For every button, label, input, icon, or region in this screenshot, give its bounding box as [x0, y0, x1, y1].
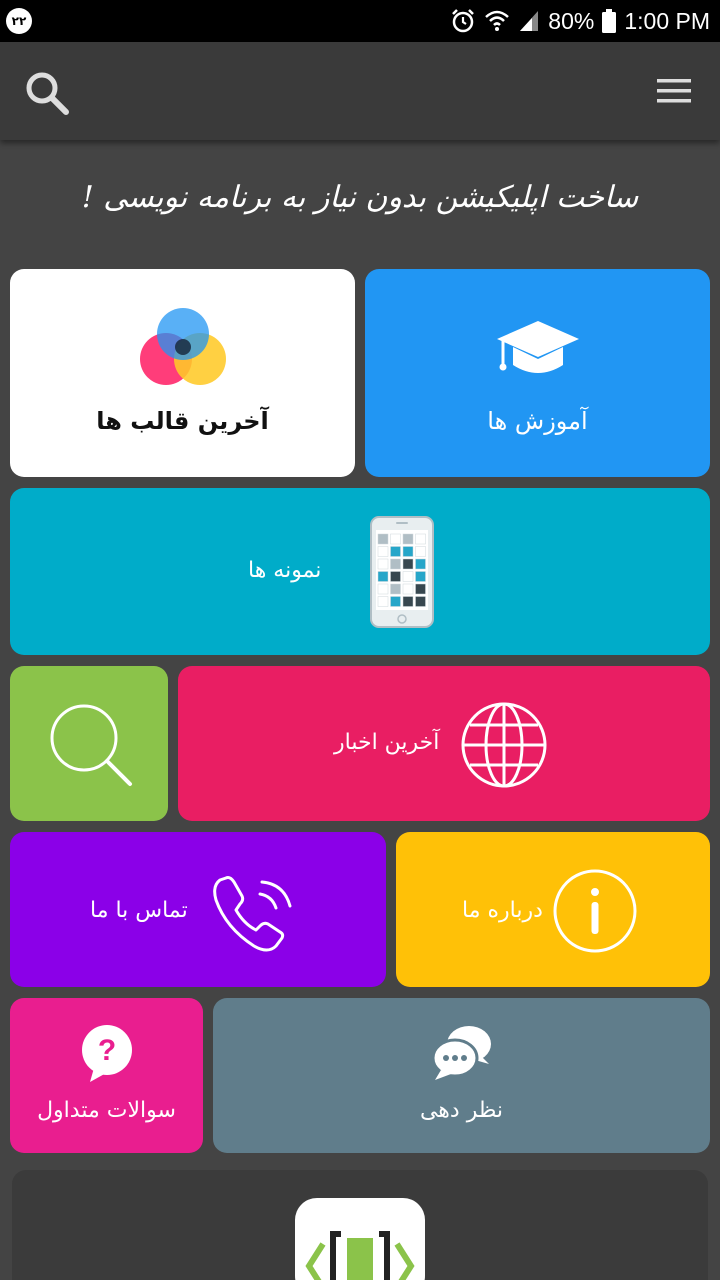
- tile-feedback[interactable]: نظر دهی: [213, 998, 710, 1153]
- phone-screen-cell: [415, 558, 426, 570]
- search-button[interactable]: [22, 68, 72, 118]
- tile-tutorials[interactable]: آموزش ها: [365, 269, 710, 477]
- search-icon: [50, 704, 132, 786]
- search-icon: [26, 72, 69, 115]
- tile-search[interactable]: [10, 666, 168, 821]
- app-bar: [0, 42, 720, 140]
- menu-button[interactable]: [654, 72, 694, 112]
- tile-news-label: آخرین اخبار: [334, 730, 440, 755]
- tagline: ساخت اپلیکیشن بدون نیاز به برنامه نویسی …: [81, 180, 639, 215]
- code-brackets-logo-icon: [305, 1231, 415, 1280]
- phone-screen-cell: [390, 596, 401, 607]
- tile-tutorials-label: آموزش ها: [487, 407, 588, 435]
- phone-screen-cell: [390, 583, 401, 595]
- phone-icon: [213, 876, 292, 952]
- clock-time: 1:00 PM: [624, 7, 710, 34]
- phone-screen-cell: [402, 546, 414, 557]
- tile-about[interactable]: درباره ما: [396, 832, 710, 987]
- phone-screen-cell: [415, 546, 426, 557]
- alarm-icon: [452, 9, 475, 33]
- chat-bubbles-icon: [431, 1026, 491, 1080]
- tile-news[interactable]: آخرین اخبار: [178, 666, 710, 821]
- battery-percent: 80%: [548, 7, 595, 34]
- bottom-panel: [12, 1170, 708, 1280]
- phone-screen-cell: [377, 583, 389, 595]
- tile-faq[interactable]: ? سوالات متداول: [10, 998, 203, 1153]
- color-circles-icon: [140, 308, 226, 385]
- hamburger-menu-icon: [657, 79, 691, 103]
- phone-screen-cell: [402, 583, 414, 595]
- phone-screen-cell: [402, 571, 414, 582]
- phone-screen-cell: [377, 533, 389, 545]
- graduation-cap-icon: [497, 321, 579, 373]
- battery-icon: [602, 9, 617, 33]
- question-bubble-icon: ?: [82, 1025, 132, 1082]
- notification-badge: ۲۲: [6, 8, 32, 34]
- phone-screen-cell: [377, 558, 389, 570]
- globe-icon: [461, 702, 547, 788]
- phone-screen-cell: [390, 571, 401, 582]
- phone-screen-cell: [415, 596, 426, 607]
- phone-screen-cell: [390, 533, 401, 545]
- tile-templates-label: آخرین قالب ها: [96, 407, 269, 435]
- status-bar: ۲۲ 80% 1:00 PM: [0, 0, 720, 42]
- phone-screen-cell: [415, 583, 426, 595]
- wifi-icon: [485, 10, 510, 31]
- tile-samples[interactable]: نمونه ها: [10, 488, 710, 655]
- app-logo[interactable]: [295, 1198, 425, 1280]
- phone-screen-cell: [402, 533, 414, 545]
- tile-about-label: درباره ما: [462, 898, 543, 923]
- phone-screen-cell: [390, 558, 401, 570]
- status-bar-right: 80% 1:00 PM: [450, 0, 710, 42]
- smartphone-icon: [370, 516, 434, 628]
- phone-screen-cell: [377, 571, 389, 582]
- phone-screen-cell: [402, 596, 414, 607]
- phone-screen-cell: [390, 546, 401, 557]
- phone-screen-cell: [415, 533, 426, 545]
- tile-templates[interactable]: آخرین قالب ها: [10, 269, 355, 477]
- phone-screen-cell: [415, 571, 426, 582]
- phone-screen-cell: [402, 558, 414, 570]
- signal-icon: [520, 11, 539, 31]
- phone-screen-cell: [377, 546, 389, 557]
- tile-faq-label: سوالات متداول: [37, 1098, 176, 1123]
- tile-contact-label: تماس با ما: [90, 898, 188, 923]
- tile-contact[interactable]: تماس با ما: [10, 832, 386, 987]
- tile-feedback-label: نظر دهی: [419, 1098, 504, 1123]
- phone-screen-cell: [377, 596, 389, 607]
- info-icon: [553, 869, 637, 953]
- tile-samples-label: نمونه ها: [248, 558, 322, 583]
- svg-text:?: ?: [98, 1034, 116, 1067]
